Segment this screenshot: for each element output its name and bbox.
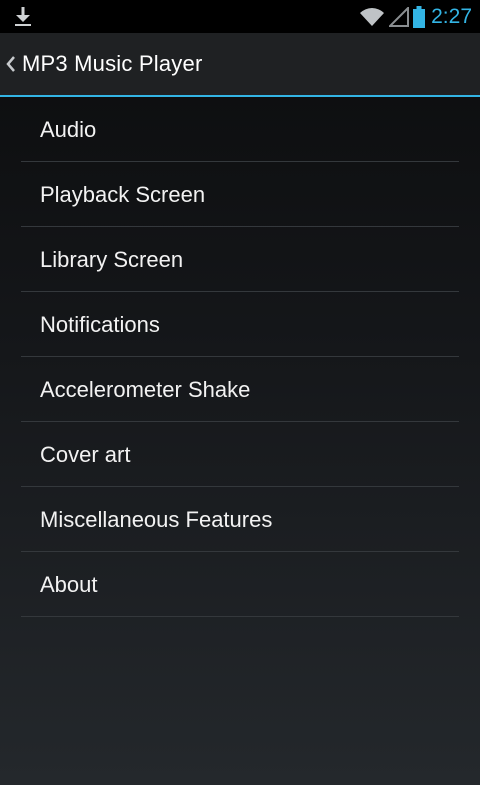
wifi-icon	[360, 7, 385, 26]
chevron-left-icon[interactable]	[5, 54, 17, 74]
list-item-library-screen[interactable]: Library Screen	[0, 227, 480, 292]
settings-list: Audio Playback Screen Library Screen Not…	[0, 97, 480, 617]
action-bar[interactable]: MP3 Music Player	[0, 33, 480, 95]
list-item-audio[interactable]: Audio	[0, 97, 480, 162]
list-item-label: Audio	[40, 116, 97, 142]
list-item-accelerometer-shake[interactable]: Accelerometer Shake	[0, 357, 480, 422]
list-item-label: Miscellaneous Features	[40, 506, 273, 532]
status-bar: 2:27	[0, 0, 480, 33]
signal-icon	[389, 6, 410, 27]
download-icon	[15, 7, 31, 26]
status-time: 2:27	[431, 4, 472, 28]
list-item-label: Library Screen	[40, 246, 184, 272]
status-icons: 2:27	[359, 0, 472, 33]
list-item-label: Playback Screen	[40, 181, 206, 207]
list-item-about[interactable]: About	[0, 552, 480, 617]
list-item-playback-screen[interactable]: Playback Screen	[0, 162, 480, 227]
list-item-cover-art[interactable]: Cover art	[0, 422, 480, 487]
list-item-label: Notifications	[40, 311, 160, 337]
battery-icon	[413, 5, 426, 28]
list-item-label: About	[40, 571, 98, 597]
list-item-label: Accelerometer Shake	[40, 376, 251, 402]
list-item-miscellaneous-features[interactable]: Miscellaneous Features	[0, 487, 480, 552]
app-title[interactable]: MP3 Music Player	[22, 51, 202, 77]
list-item-label: Cover art	[40, 441, 131, 467]
list-item-notifications[interactable]: Notifications	[0, 292, 480, 357]
